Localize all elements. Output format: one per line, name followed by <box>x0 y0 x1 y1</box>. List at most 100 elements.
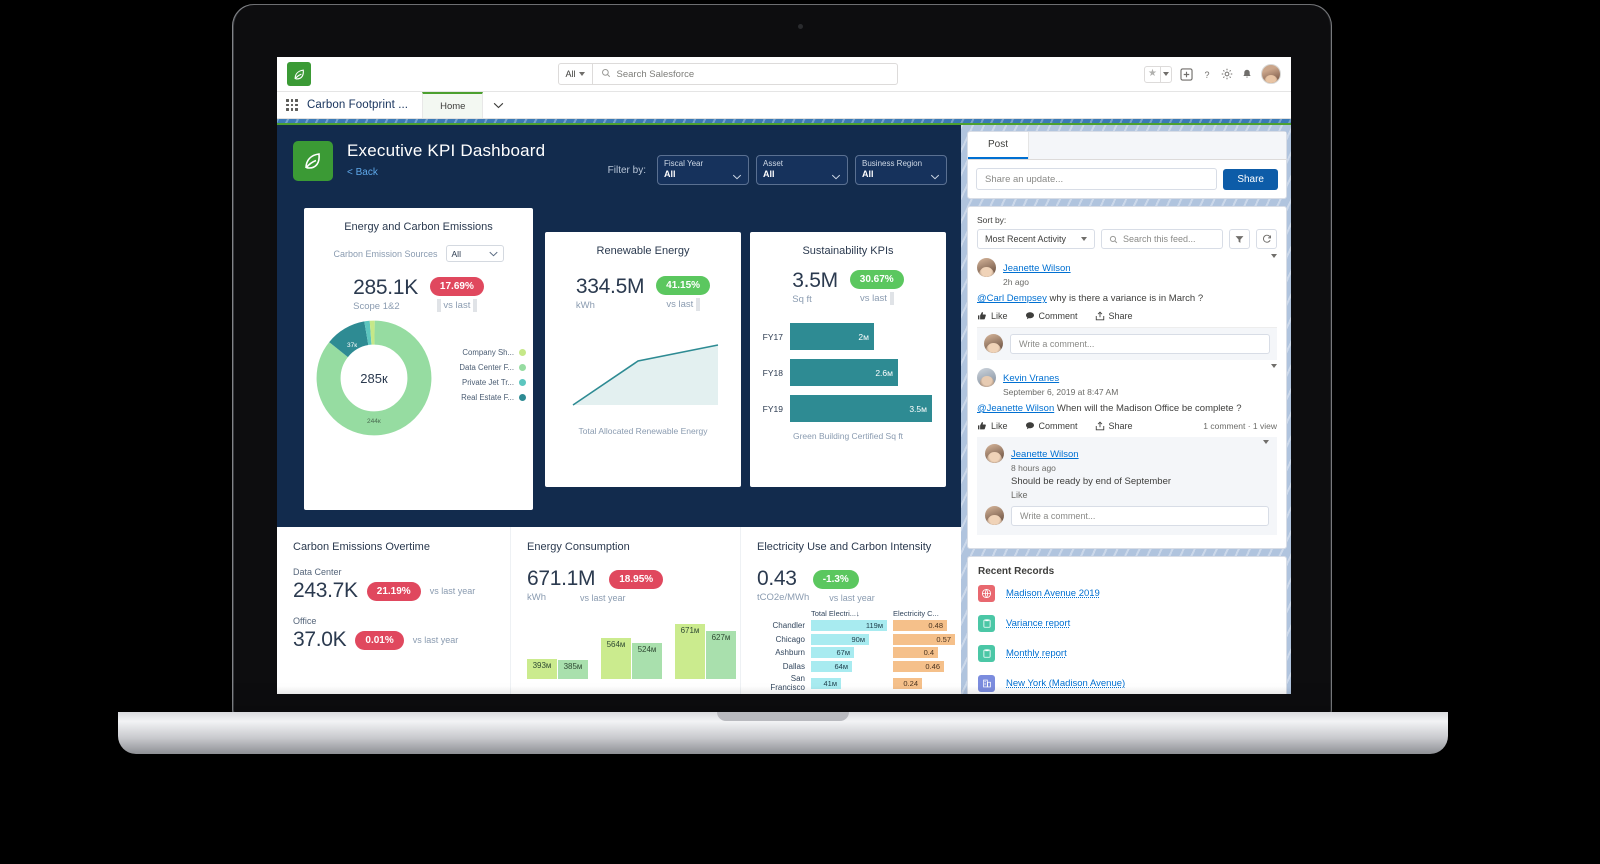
carbon-source-select[interactable]: All <box>445 245 504 262</box>
recent-record-item[interactable]: Madison Avenue 2019 <box>978 584 1276 602</box>
electricity-table[interactable]: Total Electri...↓ Electricity C... Chand… <box>757 609 961 692</box>
table-row[interactable]: Chicago 90м 0.57 <box>757 633 961 645</box>
chevron-down-icon[interactable] <box>483 92 514 118</box>
filter-icon[interactable] <box>1229 229 1250 249</box>
legend-item[interactable]: Data Center F... <box>438 363 526 372</box>
comment-thread: Jeanette Wilson 8 hours ago Should be re… <box>977 436 1277 535</box>
column-header-electricity-carbon[interactable]: Electricity C... <box>893 609 955 618</box>
like-action[interactable]: Like <box>977 421 1008 431</box>
donut-chart[interactable]: 285к 37к 244к <box>314 318 434 438</box>
chatter-tabs: Post <box>968 132 1286 160</box>
sort-select[interactable]: Most Recent Activity <box>977 229 1095 249</box>
filter-value: All <box>763 169 775 179</box>
search-scope-selector[interactable]: All <box>559 64 593 84</box>
table-row[interactable]: Chandler 119м 0.48 <box>757 620 961 631</box>
refresh-icon[interactable] <box>1256 229 1277 249</box>
filter-name: Asset <box>763 159 784 168</box>
nav-tab-home[interactable]: Home <box>422 92 484 118</box>
table-row[interactable]: Ashburn 67м 0.4 <box>757 647 961 658</box>
question-mark-icon[interactable]: ? <box>1201 68 1213 81</box>
donut-legend: Company Sh... Data Center F... Private J… <box>438 348 526 408</box>
share-update-input[interactable]: Share an update... <box>976 168 1218 190</box>
filter-business-region[interactable]: Business Region All <box>855 155 947 185</box>
bar-group[interactable]: 393м 385м <box>527 659 588 679</box>
renewable-area-chart[interactable] <box>545 325 741 416</box>
avatar[interactable] <box>1261 64 1281 84</box>
bar-row[interactable]: FY17 2м <box>750 323 946 350</box>
chevron-down-icon[interactable] <box>1160 66 1171 82</box>
bar-row[interactable]: FY19 3.5м <box>750 395 946 422</box>
avatar[interactable] <box>977 367 996 387</box>
comment-input[interactable]: Write a comment... <box>1010 333 1270 354</box>
avatar[interactable] <box>984 334 1003 354</box>
recent-record-item[interactable]: Monthly report <box>978 644 1276 662</box>
bell-icon[interactable] <box>1241 68 1253 81</box>
post-author-link[interactable]: Jeanette Wilson <box>1003 263 1071 274</box>
avatar[interactable] <box>977 258 996 277</box>
plus-icon[interactable] <box>1180 67 1193 81</box>
bar-value: 3.5м <box>790 395 932 422</box>
global-header: All Search Salesforce ★ ? <box>277 57 1291 92</box>
tab-post[interactable]: Post <box>968 132 1029 159</box>
comment-label: Comment <box>1038 310 1078 321</box>
laptop-shadow <box>150 754 1420 774</box>
share-action[interactable]: Share <box>1095 311 1133 321</box>
comment-action[interactable]: Comment <box>1025 311 1078 321</box>
bar-row[interactable]: FY18 2.6м <box>750 359 946 386</box>
recent-record-link[interactable]: Madison Avenue 2019 <box>1006 588 1100 599</box>
comment-like-action[interactable]: Like <box>1011 490 1269 500</box>
post-body: @Carl Dempsey why is there a variance is… <box>977 293 1277 306</box>
card-sustainability-kpis: Sustainability KPIs 3.5M Sq ft 30.67% vs… <box>750 232 946 487</box>
sustainability-bar-chart[interactable]: FY17 2м FY18 2.6м FY19 3.5м <box>750 323 946 422</box>
recent-record-item[interactable]: Variance report <box>978 614 1276 632</box>
cell-total: 119м <box>811 620 887 631</box>
comment-author-link[interactable]: Jeanette Wilson <box>1011 449 1079 460</box>
dashboard-title-group: Executive KPI Dashboard < Back <box>347 141 545 180</box>
column-header-total-electricity[interactable]: Total Electri...↓ <box>811 609 887 618</box>
avatar[interactable] <box>985 443 1004 463</box>
card-title: Energy and Carbon Emissions <box>344 221 493 233</box>
donut-slice-label-real-estate: 37к <box>347 342 358 349</box>
post-menu-icon[interactable] <box>1271 363 1277 386</box>
app-launcher-icon[interactable] <box>277 92 307 118</box>
recent-record-link[interactable]: Variance report <box>1006 618 1070 629</box>
bar-series-a: 564м <box>601 638 631 679</box>
post-author-link[interactable]: Kevin Vranes <box>1003 373 1059 384</box>
bar-group[interactable]: 564м 524м <box>601 638 662 679</box>
post-mention[interactable]: @Carl Dempsey <box>977 293 1047 304</box>
overtime-row-data-center: Data Center 243.7K 21.19% vs last year <box>293 567 510 603</box>
filter-asset[interactable]: Asset All <box>756 155 848 185</box>
search-input[interactable]: Search Salesforce <box>617 69 695 80</box>
legend-item[interactable]: Private Jet Tr... <box>438 378 526 387</box>
delta-subtitle: vs last <box>666 299 694 311</box>
star-icon[interactable]: ★ <box>1145 69 1160 79</box>
recent-record-link[interactable]: Monthly report <box>1006 648 1067 659</box>
bar-value: 2.6м <box>790 359 898 386</box>
back-link[interactable]: < Back <box>347 167 378 178</box>
filter-fiscal-year[interactable]: Fiscal Year All <box>657 155 749 185</box>
favorites-control[interactable]: ★ <box>1144 65 1172 83</box>
share-action[interactable]: Share <box>1095 421 1133 431</box>
energy-consumption-bar-chart[interactable]: 393м 385м 564м 524м 671м 627м <box>527 617 740 679</box>
feed-search-input[interactable]: Search this feed... <box>1101 229 1223 249</box>
leaf-logo-icon[interactable] <box>287 62 311 86</box>
like-action[interactable]: Like <box>977 311 1008 321</box>
bar-group[interactable]: 671м 627м <box>675 624 736 679</box>
legend-item[interactable]: Real Estate F... <box>438 393 526 402</box>
chatter-column: Post Share an update... Share Sort by: M… <box>961 125 1291 694</box>
comment-menu-icon[interactable] <box>1263 439 1269 462</box>
global-search[interactable]: All Search Salesforce <box>557 63 898 85</box>
post-menu-icon[interactable] <box>1271 254 1277 276</box>
avatar[interactable] <box>985 506 1004 526</box>
comment-action[interactable]: Comment <box>1025 421 1078 431</box>
delta-badge: -1.3% <box>812 569 859 589</box>
gear-icon[interactable] <box>1221 68 1233 80</box>
post-meta: 1 comment · 1 view <box>1203 420 1277 431</box>
comment-input[interactable]: Write a comment... <box>1011 505 1269 526</box>
share-button[interactable]: Share <box>1223 168 1278 190</box>
post-mention[interactable]: @Jeanette Wilson <box>977 403 1054 414</box>
app-name[interactable]: Carbon Footprint ... <box>307 92 422 118</box>
legend-item[interactable]: Company Sh... <box>438 348 526 357</box>
share-icon <box>1095 421 1104 430</box>
table-row[interactable]: Dallas 64м 0.46 <box>757 660 961 672</box>
